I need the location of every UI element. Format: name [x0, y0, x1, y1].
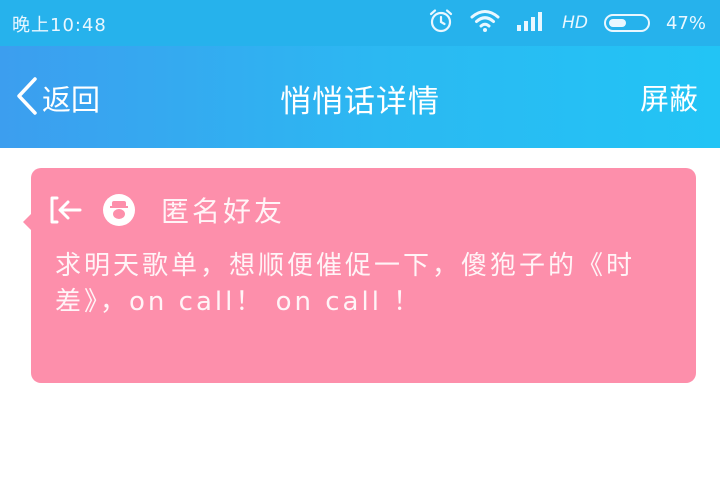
battery-icon	[603, 14, 650, 32]
battery-level	[608, 19, 626, 27]
network-type: HD	[562, 13, 588, 33]
nav-bar: 返回 悄悄话详情 屏蔽	[0, 46, 720, 148]
message-header: 匿名好友	[49, 190, 285, 230]
status-icons: HD 47%	[428, 8, 706, 39]
battery-percent: 47%	[665, 12, 706, 34]
sender-name: 匿名好友	[161, 195, 286, 228]
alarm-icon	[428, 8, 454, 39]
message-card: 匿名好友 求明天歌单，想顺便催促一下，傻狍子的《时差》，on call！ on …	[23, 168, 696, 383]
status-time: 晚上10:48	[12, 15, 107, 36]
signal-icon	[516, 10, 546, 37]
status-bar: 晚上10:48 HD 47%	[0, 0, 720, 46]
block-button[interactable]: 屏蔽	[640, 76, 698, 118]
anonymous-avatar-icon	[103, 194, 135, 226]
exit-icon	[49, 194, 83, 226]
message-body: 求明天歌单，想顺便催促一下，傻狍子的《时差》，on call！ on call …	[55, 251, 636, 317]
wifi-icon	[470, 9, 500, 38]
page-title: 悄悄话详情	[280, 84, 440, 120]
